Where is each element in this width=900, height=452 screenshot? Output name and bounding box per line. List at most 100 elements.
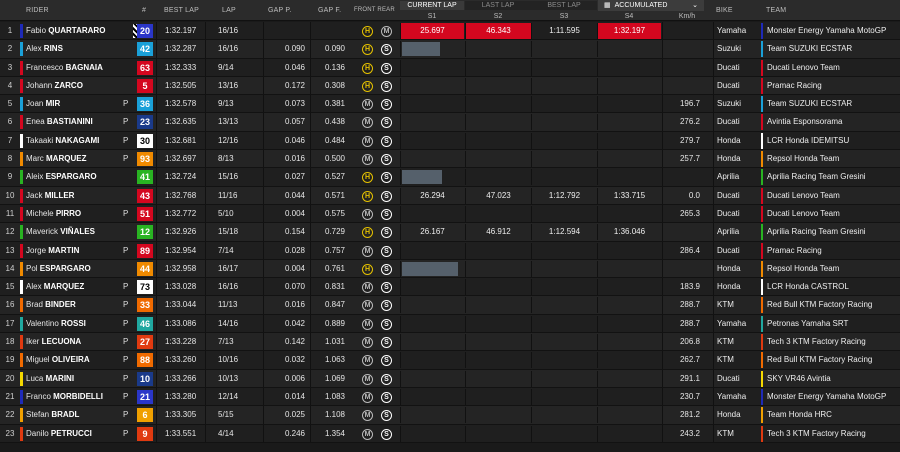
table-row[interactable]: 2 Alex RINS 42 1:32.287 16/16 0.090 0.090 H S Suz…	[0, 40, 900, 59]
col-s1: S1	[427, 13, 437, 20]
sector-2	[465, 41, 531, 58]
rear-tyre-icon: S	[381, 190, 392, 202]
sector-4	[597, 297, 661, 314]
sector-1	[400, 334, 464, 351]
rear-tyre-icon: S	[381, 99, 392, 111]
table-row[interactable]: 22 Stefan BRADL P 6 1:33.305 5/15 0.025 1.108 M S…	[0, 406, 900, 425]
lap-count: 5/10	[205, 204, 262, 223]
speed-kmh	[662, 76, 712, 95]
sector-2: 46.343	[465, 23, 531, 39]
gap-previous: 0.057	[263, 113, 309, 131]
rider-name: Iker LECUONA	[26, 337, 82, 347]
pit-indicator: P	[123, 208, 129, 218]
table-row[interactable]: 7 Takaaki NAKAGAMI P 30 1:32.681 12/16 0.046 0.…	[0, 131, 900, 151]
rider-number: 33	[137, 298, 153, 313]
team-name: LCR Honda CASTROL	[767, 282, 849, 292]
sector-4	[597, 260, 661, 277]
sector-3	[531, 279, 597, 296]
sector-1	[400, 59, 464, 76]
position: 17	[5, 318, 15, 328]
front-tyre-icon: H	[362, 80, 373, 92]
table-row[interactable]: 6 Enea BASTIANINI P 23 1:32.635 13/13 0.057 0.4…	[0, 113, 900, 132]
bike-manufacturer: Aprilia	[713, 168, 760, 186]
team-color-stripe	[761, 334, 763, 351]
table-row[interactable]: 19 Miguel OLIVEIRA P 88 1:33.260 10/16 0.032 1.…	[0, 351, 900, 370]
table-row[interactable]: 5 Joan MIR P 36 1:32.578 9/13 0.073 0.381 M S 196.…	[0, 95, 900, 114]
table-row[interactable]: 17 Valentino ROSSI P 46 1:33.086 14/16 0.042 0.…	[0, 314, 900, 334]
team-name: LCR Honda IDEMITSU	[767, 135, 850, 145]
lap-count: 7/14	[205, 241, 262, 259]
sector-4	[597, 388, 661, 405]
team-color-stripe	[761, 23, 763, 39]
gap-previous: 0.004	[263, 259, 309, 278]
team-color-stripe	[20, 335, 23, 350]
table-row[interactable]: 10 Jack MILLER 43 1:32.768 11/16 0.044 0.571 H S…	[0, 186, 900, 205]
table-row[interactable]: 20 Luca MARINI P 10 1:33.266 10/13 0.006 1.069 M…	[0, 369, 900, 388]
team-color-stripe	[20, 243, 23, 258]
current-lap-toggle[interactable]: CURRENT LAP	[400, 1, 464, 10]
team-color-stripe	[20, 188, 23, 203]
table-row[interactable]: 15 Alex MARQUEZ P 73 1:33.028 16/16 0.070 0.831…	[0, 278, 900, 297]
table-row[interactable]: 13 Jorge MARTIN P 89 1:32.954 7/14 0.028 0.757 M…	[0, 241, 900, 260]
sector-3: 1:12.792	[531, 187, 597, 204]
table-row[interactable]: 8 Marc MARQUEZ P 93 1:32.697 8/13 0.016 0.500 M S…	[0, 150, 900, 169]
front-tyre-icon: M	[362, 117, 373, 129]
gap-previous: 0.032	[263, 351, 309, 369]
table-row[interactable]: 9 Aleix ESPARGARO 41 1:32.724 15/16 0.027 0.52…	[0, 168, 900, 187]
rider-name: Stefan BRADL	[26, 410, 80, 420]
rider-number: 63	[137, 60, 153, 75]
bike-manufacturer: Ducati	[713, 369, 760, 387]
bike-manufacturer: Ducati	[713, 241, 760, 259]
sector-2	[465, 425, 531, 442]
rider-number: 12	[137, 225, 153, 240]
sector-3	[531, 315, 597, 332]
sector-1	[400, 315, 464, 332]
rear-tyre-icon: S	[381, 208, 392, 220]
gap-previous: 0.027	[263, 168, 309, 186]
rider-number: 10	[137, 371, 153, 386]
sector-1	[400, 96, 464, 113]
gap-first: 0.831	[310, 278, 353, 296]
bike-manufacturer: Honda	[713, 406, 760, 424]
gap-previous: 0.046	[263, 131, 309, 150]
team-name: Red Bull KTM Factory Racing	[767, 355, 873, 365]
team-color-stripe	[761, 77, 763, 94]
best-lap-time: 1:33.266	[156, 369, 204, 387]
team-name: Ducati Lenovo Team	[767, 190, 840, 200]
table-row[interactable]: 18 Iker LECUONA P 27 1:33.228 7/13 0.142 1.031 M…	[0, 333, 900, 352]
gap-first: 0.761	[310, 259, 353, 278]
accumulated-dropdown[interactable]: ▦ ACCUMULATED ⌄	[598, 0, 704, 11]
rear-tyre-icon: S	[381, 410, 392, 422]
sector-2	[465, 77, 531, 94]
table-row[interactable]: 4 Johann ZARCO 5 1:32.505 13/16 0.172 0.308 H S D…	[0, 76, 900, 96]
team-color-stripe	[20, 353, 23, 368]
front-tyre-icon: H	[362, 172, 373, 184]
table-row[interactable]: 16 Brad BINDER P 33 1:33.044 11/13 0.016 0.847 M…	[0, 296, 900, 315]
table-row[interactable]: 1 Fabio QUARTARARO 20 1:32.197 16/16 H M 25.697…	[0, 22, 900, 41]
table-row[interactable]: 21 Franco MORBIDELLI P 21 1:33.280 12/14 0.014…	[0, 387, 900, 407]
sector-1: 25.697	[400, 23, 464, 39]
sector-3	[531, 352, 597, 369]
pit-indicator	[123, 59, 133, 76]
sector-2	[465, 151, 531, 168]
rear-tyre-icon: S	[381, 355, 392, 367]
speed-kmh: 276.2	[662, 113, 712, 131]
best-lap-time: 1:33.086	[156, 314, 204, 333]
rider-number: 73	[137, 280, 153, 295]
table-row[interactable]: 12 Maverick VIÑALES 12 1:32.926 15/18 0.154 0.…	[0, 223, 900, 242]
pit-indicator: P	[123, 373, 129, 383]
front-tyre-icon: M	[362, 99, 373, 111]
team-color-stripe	[20, 24, 23, 38]
sector-2	[465, 114, 531, 131]
table-row[interactable]: 11 Michele PIRRO P 51 1:32.772 5/10 0.004 0.575…	[0, 204, 900, 224]
table-row[interactable]: 14 Pol ESPARGARO 44 1:32.958 16/17 0.004 0.761…	[0, 259, 900, 279]
best-lap-toggle[interactable]: BEST LAP	[531, 1, 597, 10]
table-row[interactable]: 23 Danilo PETRUCCI P 9 1:33.551 4/14 0.246 1.35…	[0, 424, 900, 443]
team-color-stripe	[20, 206, 23, 221]
rear-tyre-icon: S	[381, 44, 392, 56]
front-tyre-icon: M	[362, 282, 373, 294]
table-row[interactable]: 3 Francesco BAGNAIA 63 1:32.333 9/14 0.046 0.1…	[0, 58, 900, 77]
last-lap-toggle[interactable]: LAST LAP	[465, 1, 531, 10]
gap-first: 0.847	[310, 296, 353, 314]
team-color-stripe	[761, 388, 763, 405]
